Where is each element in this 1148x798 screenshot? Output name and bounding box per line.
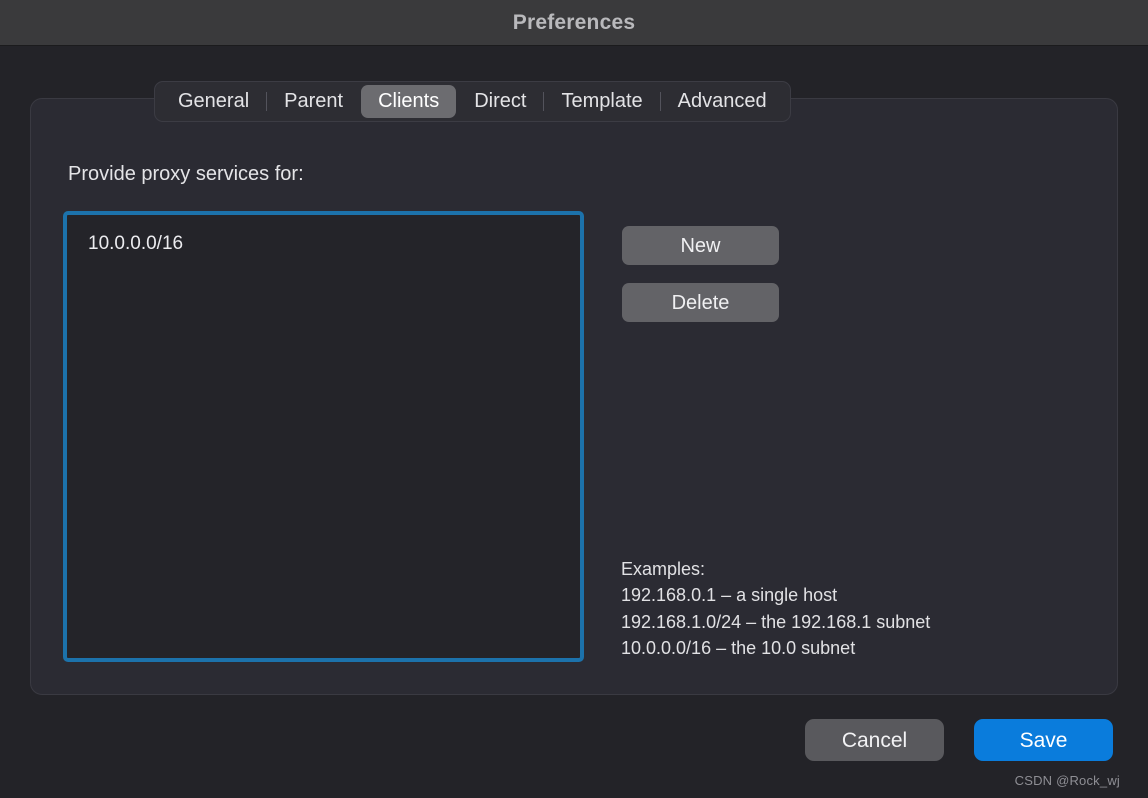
tab-direct-label: Direct [474, 90, 527, 112]
window-title: Preferences [512, 10, 636, 34]
tab-bar: General Parent Clients Direct Template A… [154, 81, 791, 122]
tab-general-label: General [178, 90, 250, 112]
dialog-actions: Cancel Save [805, 719, 1113, 761]
tab-template[interactable]: Template [544, 85, 659, 118]
tab-direct[interactable]: Direct [457, 85, 543, 118]
cancel-button[interactable]: Cancel [805, 719, 944, 761]
list-actions: New Delete [622, 226, 779, 322]
clients-listbox[interactable]: 10.0.0.0/16 [63, 211, 584, 662]
examples-heading: Examples: [621, 559, 706, 579]
new-button[interactable]: New [622, 226, 779, 265]
examples-line-2: 192.168.1.0/24 – the 192.168.1 subnet [621, 611, 931, 632]
tab-advanced-label: Advanced [677, 90, 767, 112]
list-item[interactable]: 10.0.0.0/16 [67, 227, 580, 261]
examples-line-1: 192.168.0.1 – a single host [621, 585, 838, 606]
window-titlebar: Preferences [0, 0, 1148, 46]
delete-button[interactable]: Delete [622, 283, 779, 322]
tab-clients-label: Clients [378, 90, 440, 112]
tab-parent-label: Parent [284, 90, 344, 112]
examples-block: Examples: 192.168.0.1 – a single host 19… [621, 556, 930, 662]
tab-general[interactable]: General [161, 85, 266, 118]
watermark: CSDN @Rock_wj [1014, 773, 1120, 788]
tab-advanced[interactable]: Advanced [661, 85, 784, 118]
section-label: Provide proxy services for: [68, 163, 304, 185]
tab-template-label: Template [561, 90, 643, 112]
tab-parent[interactable]: Parent [267, 85, 360, 118]
examples-line-3: 10.0.0.0/16 – the 10.0 subnet [621, 638, 856, 659]
tab-clients[interactable]: Clients [361, 85, 457, 118]
save-button[interactable]: Save [974, 719, 1113, 761]
